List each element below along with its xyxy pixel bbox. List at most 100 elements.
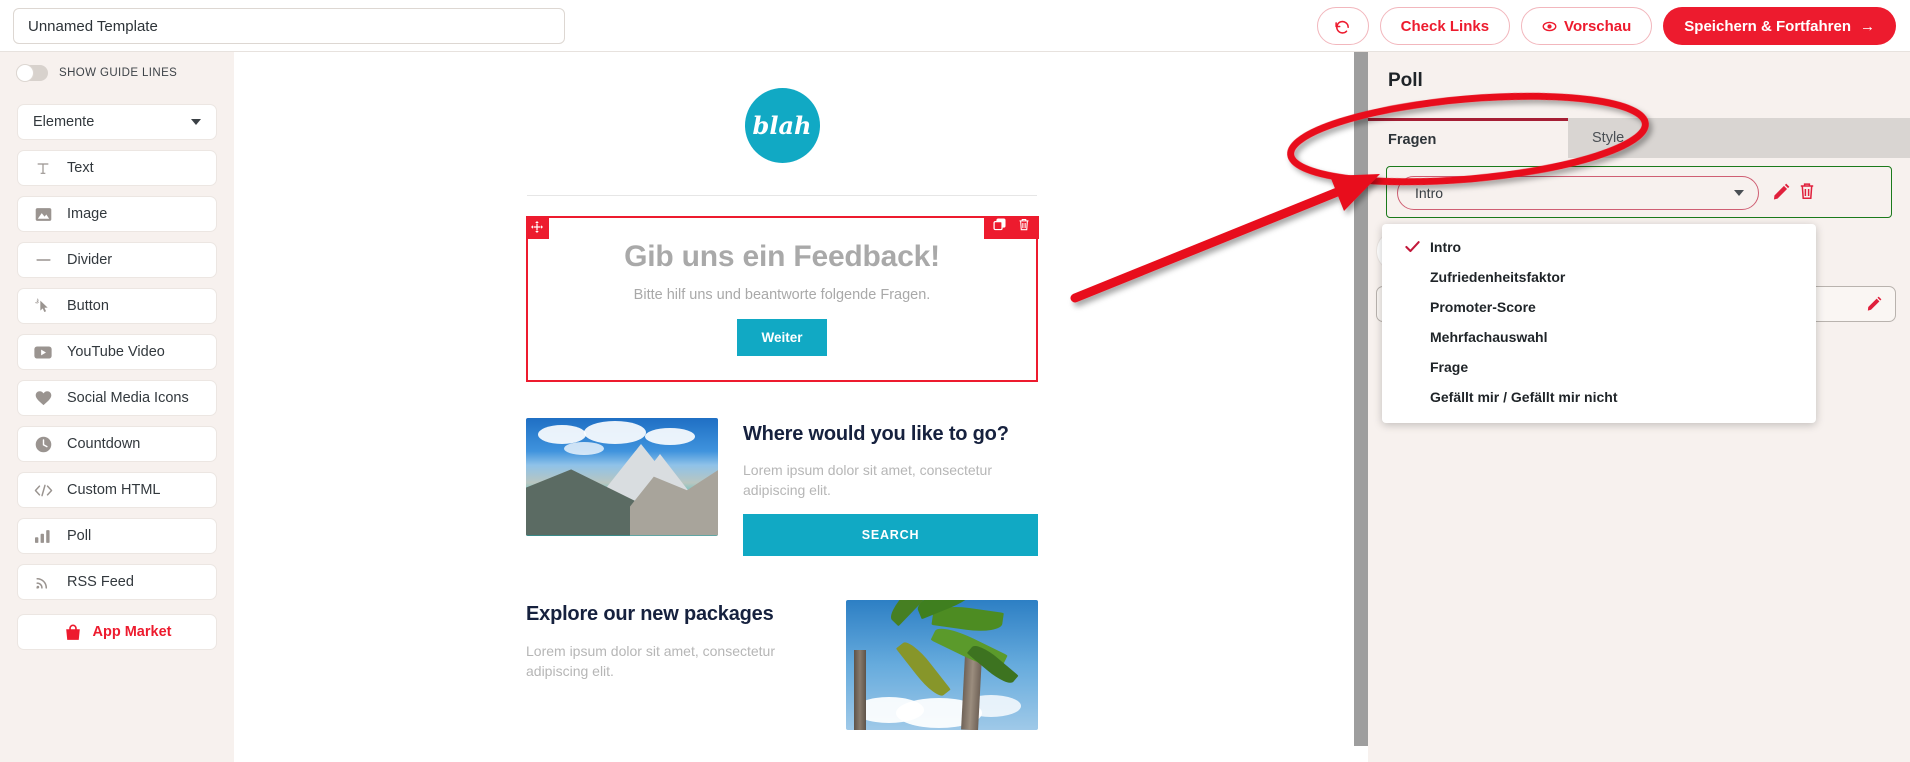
check-links-label: Check Links [1400, 17, 1490, 35]
save-continue-label: Speichern & Fortfahren [1684, 17, 1851, 35]
sidebar-item-countdown[interactable]: Countdown [17, 426, 217, 462]
search-button[interactable]: SEARCH [743, 514, 1038, 557]
preview-button[interactable]: Vorschau [1521, 7, 1653, 45]
check-icon [1404, 238, 1421, 258]
element-category-select[interactable]: Elemente [17, 104, 217, 140]
edit-question-icon[interactable] [1773, 183, 1790, 205]
dropdown-option-label: Intro [1430, 239, 1462, 255]
undo-button[interactable] [1316, 7, 1369, 45]
app-root: Check Links Vorschau Speichern & Fortfah… [0, 0, 1910, 762]
sidebar-scroll-area: Elemente Text Image Divider Button YouTu… [0, 94, 234, 762]
question-select-value: Intro [1415, 185, 1444, 201]
logo-row: blah [234, 52, 1330, 163]
code-icon [33, 483, 53, 498]
app-market-label: App Market [92, 624, 172, 640]
canvas-scrollbar[interactable] [1354, 52, 1368, 746]
poll-settings-panel: Poll Fragen Style Intro Intro Zufriedenh… [1368, 52, 1910, 762]
question-select[interactable]: Intro [1397, 176, 1759, 210]
left-sidebar: SHOW GUIDE LINES Elemente Text Image Div… [0, 52, 234, 762]
poll-title: Gib uns ein Feedback! [624, 240, 940, 273]
promo-body-2: Explore our new packages Lorem ipsum dol… [526, 600, 821, 730]
sidebar-item-custom-html[interactable]: Custom HTML [17, 472, 217, 508]
sidebar-item-youtube-video[interactable]: YouTube Video [17, 334, 217, 370]
dropdown-option-mehrfachauswahl[interactable]: Mehrfachauswahl [1382, 322, 1816, 352]
undo-icon [1334, 18, 1351, 35]
promo-body-1: Where would you like to go? Lorem ipsum … [743, 418, 1038, 557]
divider-line [527, 195, 1037, 196]
dropdown-option-label: Zufriedenheitsfaktor [1430, 269, 1566, 285]
sidebar-item-label: Image [67, 206, 108, 222]
question-type-dropdown[interactable]: Intro Zufriedenheitsfaktor Promoter-Scor… [1382, 224, 1816, 423]
top-actions: Check Links Vorschau Speichern & Fortfah… [1316, 7, 1896, 45]
sidebar-item-divider[interactable]: Divider [17, 242, 217, 278]
sidebar-item-label: Poll [67, 528, 92, 544]
tab-style-label: Style [1592, 130, 1625, 146]
brand-logo-text: blah [752, 111, 812, 140]
delete-question-icon[interactable] [1799, 182, 1815, 205]
tab-fragen-label: Fragen [1388, 131, 1437, 148]
duplicate-icon[interactable] [992, 218, 1006, 236]
palm-tree-photo [846, 600, 1038, 731]
show-guide-lines-toggle[interactable] [16, 64, 48, 82]
sidebar-item-label: Countdown [67, 436, 141, 452]
tab-fragen[interactable]: Fragen [1368, 118, 1568, 158]
heart-icon [33, 390, 53, 406]
promo-section-1: Where would you like to go? Lorem ipsum … [526, 417, 1038, 557]
show-guide-lines-row[interactable]: SHOW GUIDE LINES [0, 52, 234, 94]
promo-heading: Where would you like to go? [743, 422, 1009, 445]
eye-icon [1542, 19, 1557, 34]
sidebar-item-label: Custom HTML [67, 482, 161, 498]
shopping-bag-icon [63, 624, 83, 641]
move-handle-icon[interactable] [525, 215, 549, 239]
save-continue-button[interactable]: Speichern & Fortfahren → [1663, 7, 1896, 45]
block-tools [983, 215, 1039, 239]
sidebar-item-image[interactable]: Image [17, 196, 217, 232]
check-links-button[interactable]: Check Links [1379, 7, 1511, 45]
bar-chart-icon [33, 529, 53, 544]
sidebar-item-button[interactable]: Button [17, 288, 217, 324]
app-market-button[interactable]: App Market [17, 614, 217, 650]
sidebar-item-label: Text [67, 160, 94, 176]
sidebar-item-label: Divider [67, 252, 113, 268]
tab-style[interactable]: Style [1568, 118, 1910, 158]
image-icon [33, 207, 53, 222]
clock-icon [33, 436, 53, 453]
sidebar-item-social-media-icons[interactable]: Social Media Icons [17, 380, 217, 416]
arrow-right-icon: → [1860, 17, 1875, 35]
template-name-input[interactable] [13, 8, 565, 44]
element-category-label: Elemente [33, 114, 95, 130]
sidebar-item-label: RSS Feed [67, 574, 134, 590]
panel-title: Poll [1388, 70, 1423, 91]
sidebar-item-label: Social Media Icons [67, 390, 189, 406]
brand-logo: blah [744, 88, 820, 163]
delete-icon[interactable] [1018, 218, 1030, 236]
chevron-down-icon [1734, 190, 1744, 196]
promo-section-2: Explore our new packages Lorem ipsum dol… [526, 600, 1038, 731]
edit-pencil-icon[interactable] [1867, 296, 1882, 316]
dropdown-option-label: Gefällt mir / Gefällt mir nicht [1430, 389, 1618, 405]
sidebar-item-label: YouTube Video [67, 344, 165, 360]
email-page: blah Gib uns ein Feedback! Bitte hilf un… [234, 52, 1330, 731]
dropdown-option-gefaellt-mir[interactable]: Gefällt mir / Gefällt mir nicht [1382, 382, 1816, 412]
dropdown-option-label: Frage [1430, 359, 1469, 375]
poll-subtitle: Bitte hilf uns und beantworte folgende F… [633, 286, 931, 303]
mountain-lake-photo [526, 417, 718, 536]
show-guide-lines-label: SHOW GUIDE LINES [59, 67, 178, 79]
dropdown-option-intro[interactable]: Intro [1382, 232, 1816, 262]
top-bar: Check Links Vorschau Speichern & Fortfah… [0, 0, 1910, 52]
dropdown-option-frage[interactable]: Frage [1382, 352, 1816, 382]
button-cursor-icon [33, 298, 53, 314]
youtube-icon [33, 346, 53, 359]
toggle-knob [16, 64, 34, 82]
divider-icon [33, 255, 53, 265]
dropdown-option-zufriedenheitsfaktor[interactable]: Zufriedenheitsfaktor [1382, 262, 1816, 292]
poll-next-button[interactable]: Weiter [737, 318, 827, 356]
email-canvas[interactable]: blah Gib uns ein Feedback! Bitte hilf un… [234, 52, 1354, 762]
promo-paragraph: Lorem ipsum dolor sit amet, consectetur … [743, 461, 992, 499]
sidebar-item-rss-feed[interactable]: RSS Feed [17, 564, 217, 600]
selected-poll-block[interactable]: Gib uns ein Feedback! Bitte hilf uns und… [525, 215, 1039, 382]
dropdown-option-label: Mehrfachauswahl [1430, 329, 1548, 345]
sidebar-item-text[interactable]: Text [17, 150, 217, 186]
dropdown-option-promoter-score[interactable]: Promoter-Score [1382, 292, 1816, 322]
sidebar-item-poll[interactable]: Poll [17, 518, 217, 554]
